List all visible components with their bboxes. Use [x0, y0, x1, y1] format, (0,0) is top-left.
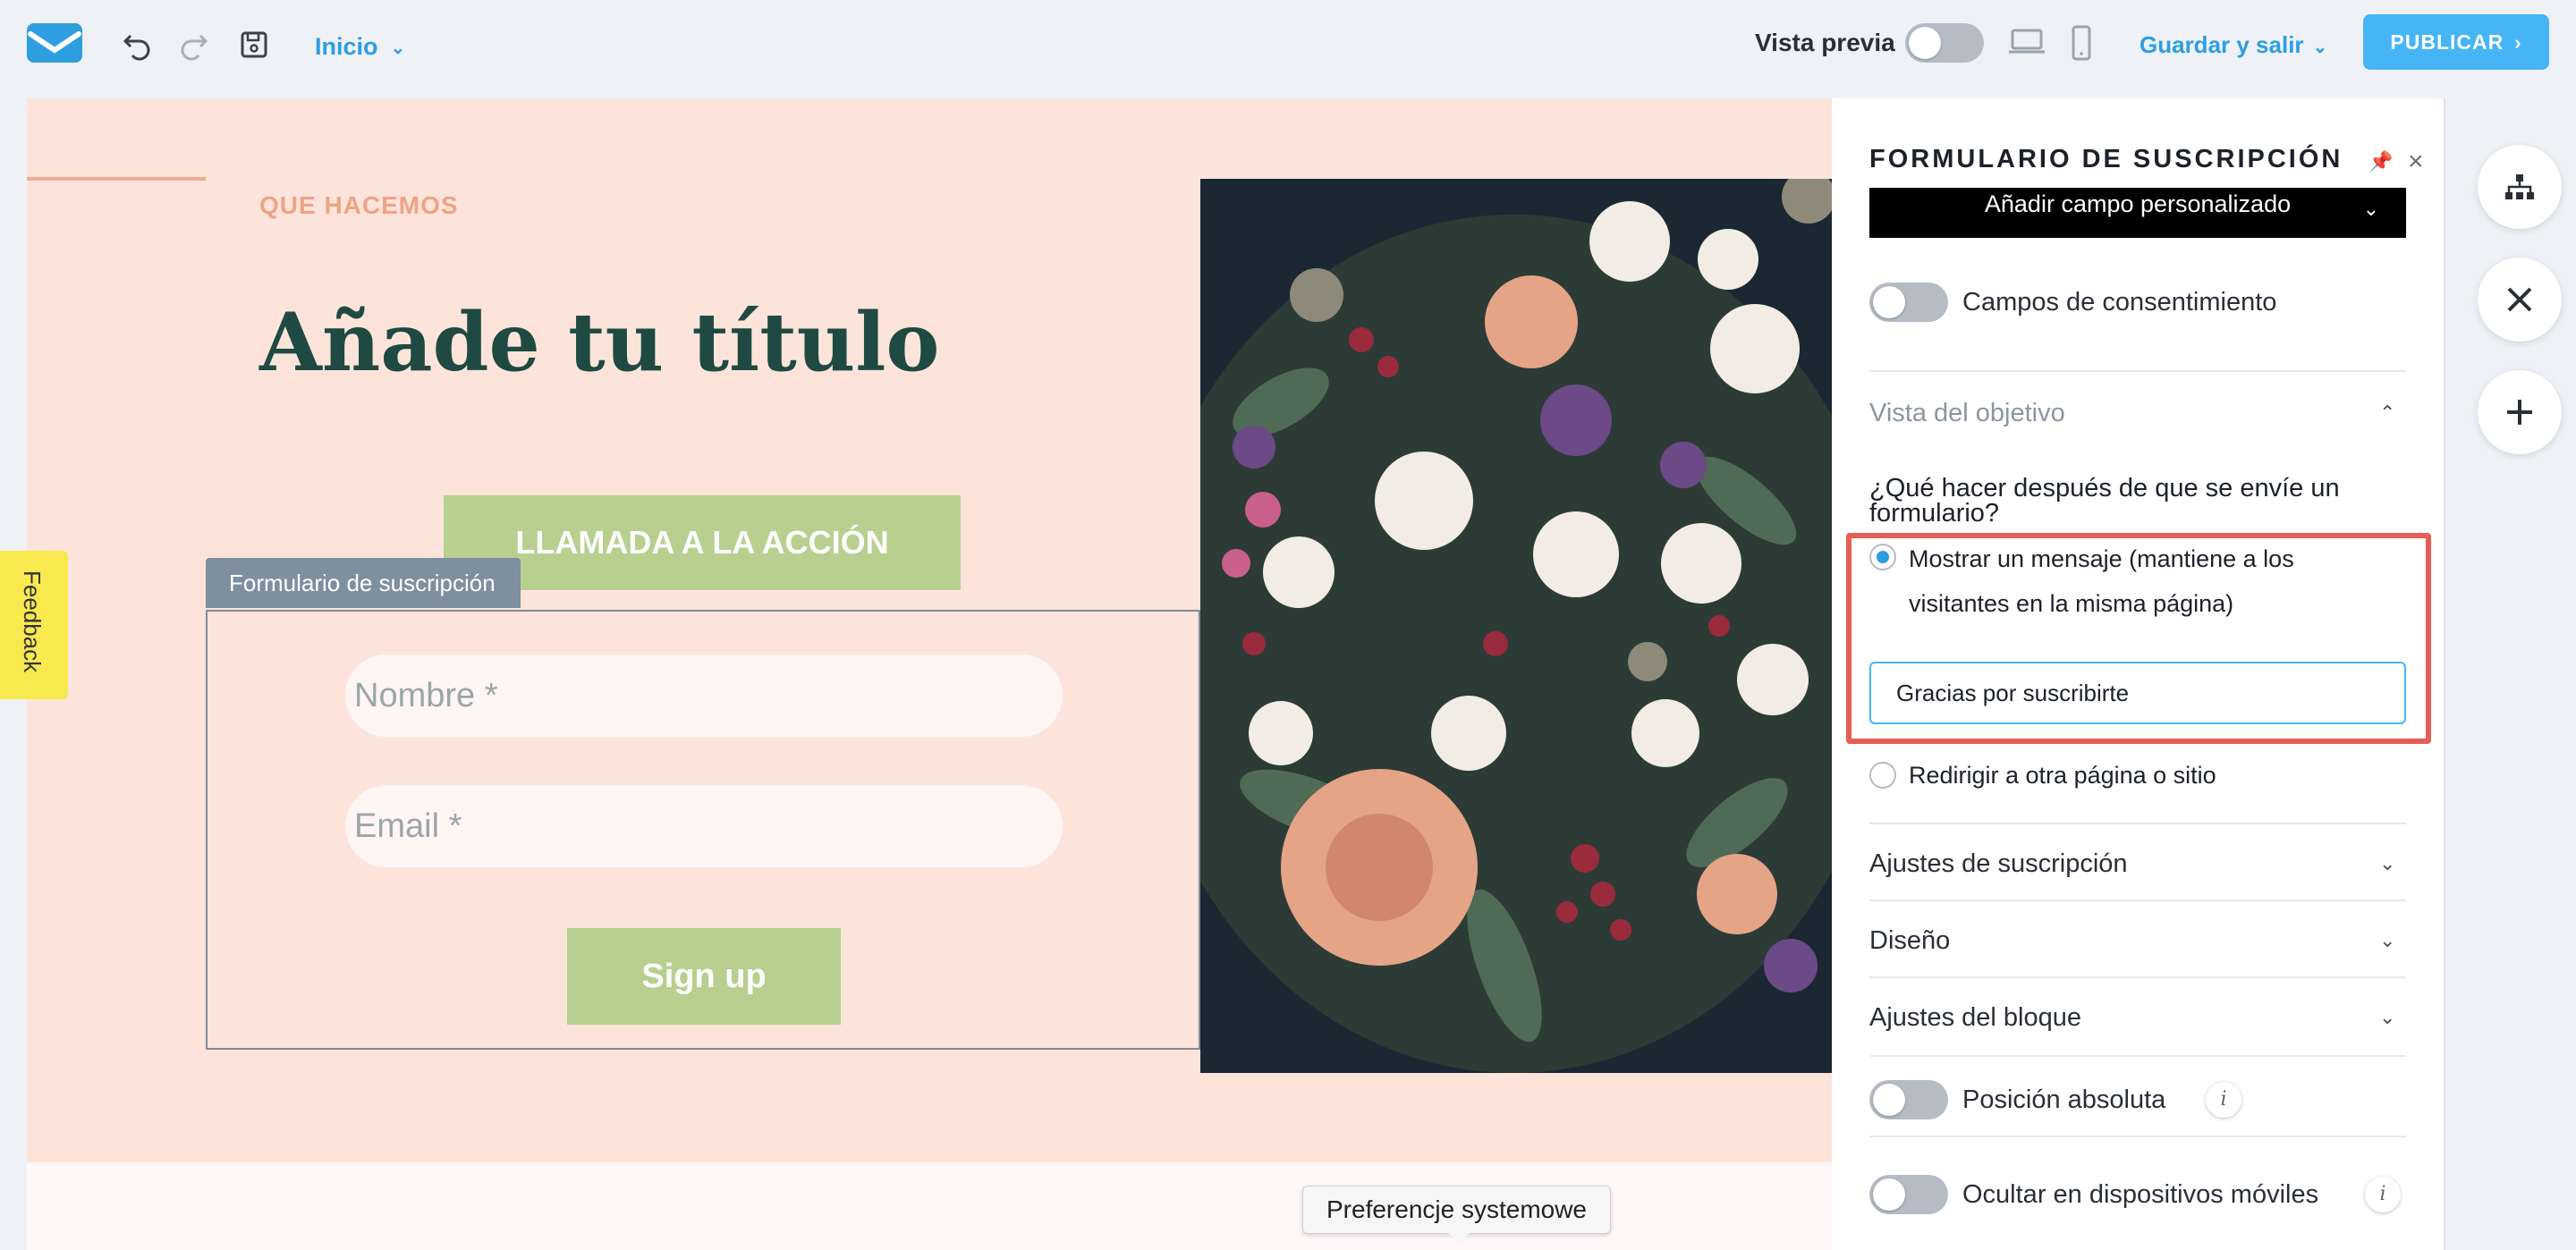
chevron-up-icon: ⌃: [2379, 401, 2396, 424]
cta-button[interactable]: LLAMADA A LA ACCIÓN: [444, 495, 961, 590]
undo-icon[interactable]: [120, 27, 156, 63]
save-and-exit-dropdown[interactable]: Guardar y salir ⌄: [2140, 27, 2327, 65]
page-selector-dropdown[interactable]: Inicio ⌄: [315, 29, 405, 64]
design-header[interactable]: Diseño ⌄: [1869, 923, 2395, 959]
design-label: Diseño: [1869, 926, 1951, 955]
desktop-view-icon[interactable]: [2007, 23, 2046, 63]
close-x-icon: [2507, 287, 2532, 312]
feedback-label: Feedback: [19, 570, 46, 673]
block-settings-header[interactable]: Ajustes del bloque ⌄: [1869, 1000, 2395, 1035]
eyebrow-text[interactable]: QUE HACEMOS: [259, 191, 459, 220]
settings-panel: FORMULARIO DE SUSCRIPCIÓN 📌 × Añadir cam…: [1832, 98, 2444, 1250]
hide-mobile-toggle[interactable]: [1869, 1175, 1948, 1214]
hide-mobile-label: Ocultar en dispositivos móviles: [1962, 1180, 2319, 1209]
chevron-down-icon: ⌄: [390, 38, 406, 58]
after-submit-question: ¿Qué hacer después de que se envíe un fo…: [1869, 474, 2340, 528]
redirect-label[interactable]: Redirigir a otra página o sitio: [1909, 753, 2216, 798]
goal-view-label: Vista del objetivo: [1869, 399, 2065, 427]
plus-icon: [2507, 400, 2532, 425]
feedback-tab[interactable]: Feedback: [0, 551, 68, 699]
info-icon[interactable]: i: [2365, 1177, 2401, 1212]
pin-icon[interactable]: 📌: [2368, 150, 2393, 173]
getresponse-logo-icon[interactable]: [27, 23, 82, 63]
top-toolbar: Inicio ⌄ Vista previa Guardar y salir ⌄ PU…: [0, 0, 2576, 98]
consent-fields-toggle[interactable]: [1869, 283, 1948, 322]
subscription-form-block[interactable]: Nombre * Email * Sign up: [206, 610, 1200, 1050]
hero-title[interactable]: Añade tu título: [259, 295, 939, 390]
sitemap-icon: [2505, 174, 2534, 199]
page-selector-label: Inicio: [315, 33, 378, 60]
show-message-label-line2[interactable]: visitantes en la misma página): [1909, 581, 2233, 626]
consent-fields-label: Campos de consentimiento: [1962, 288, 2277, 317]
signup-button[interactable]: Sign up: [567, 928, 841, 1025]
subscription-settings-header[interactable]: Ajustes de suscripción ⌄: [1869, 846, 2395, 882]
chevron-down-icon: ⌄: [2379, 852, 2396, 874]
add-custom-field-label: Añadir campo personalizado: [1984, 190, 2292, 217]
block-settings-label: Ajustes del bloque: [1869, 1003, 2081, 1032]
close-icon[interactable]: ×: [2408, 147, 2424, 177]
chevron-right-icon: ›: [2514, 31, 2522, 54]
subscription-form-label[interactable]: Formulario de suscripción: [206, 558, 521, 608]
chevron-down-icon: ⌄: [2379, 929, 2396, 951]
redirect-radio[interactable]: [1869, 762, 1896, 789]
name-field[interactable]: Nombre *: [345, 655, 1063, 737]
page-canvas[interactable]: QUE HACEMOS Añade tu título LLAMADA A LA…: [27, 98, 1832, 1250]
email-field[interactable]: Email *: [345, 785, 1063, 867]
divider: [1869, 976, 2406, 978]
system-preferences-tooltip: Preferencje systemowe: [1302, 1186, 1612, 1244]
thank-you-message-input[interactable]: Gracias por suscribirte: [1869, 662, 2406, 724]
mobile-view-icon[interactable]: [2068, 23, 2095, 67]
divider: [1869, 1136, 2406, 1137]
panel-title: FORMULARIO DE SUSCRIPCIÓN: [1869, 145, 2343, 173]
goal-view-section-header[interactable]: Vista del objetivo ⌃: [1869, 395, 2395, 431]
chevron-down-icon: ⌄: [2379, 1006, 2396, 1028]
flower-bouquet-image[interactable]: [1200, 179, 1832, 1073]
save-and-exit-label: Guardar y salir: [2140, 31, 2304, 58]
publish-button[interactable]: PUBLICAR ›: [2363, 14, 2549, 70]
close-tools-button[interactable]: [2478, 258, 2562, 342]
save-icon[interactable]: [236, 27, 272, 63]
chevron-down-icon: ⌄: [2362, 198, 2379, 220]
redo-icon[interactable]: [175, 27, 211, 63]
add-custom-field-dropdown[interactable]: Añadir campo personalizado ⌄: [1869, 188, 2406, 238]
sitemap-button[interactable]: [2478, 145, 2562, 229]
absolute-position-label: Posición absoluta: [1962, 1085, 2166, 1114]
divider: [1869, 823, 2406, 824]
info-icon[interactable]: i: [2206, 1082, 2241, 1118]
preview-label: Vista previa: [1755, 29, 1895, 56]
show-message-radio[interactable]: [1869, 544, 1896, 570]
preview-toggle[interactable]: [1905, 23, 1984, 63]
chevron-down-icon: ⌄: [2312, 38, 2328, 57]
absolute-position-toggle[interactable]: [1869, 1080, 1948, 1119]
subscription-settings-label: Ajustes de suscripción: [1869, 849, 2128, 878]
show-message-label-line1[interactable]: Mostrar un mensaje (mantiene a los: [1909, 536, 2294, 581]
divider: [1869, 370, 2406, 372]
publish-label: PUBLICAR: [2390, 30, 2504, 54]
add-element-button[interactable]: [2478, 370, 2562, 454]
divider: [1869, 899, 2406, 901]
tools-rail: [2444, 98, 2576, 1250]
decorative-line: [27, 177, 206, 181]
divider: [1869, 1055, 2406, 1057]
